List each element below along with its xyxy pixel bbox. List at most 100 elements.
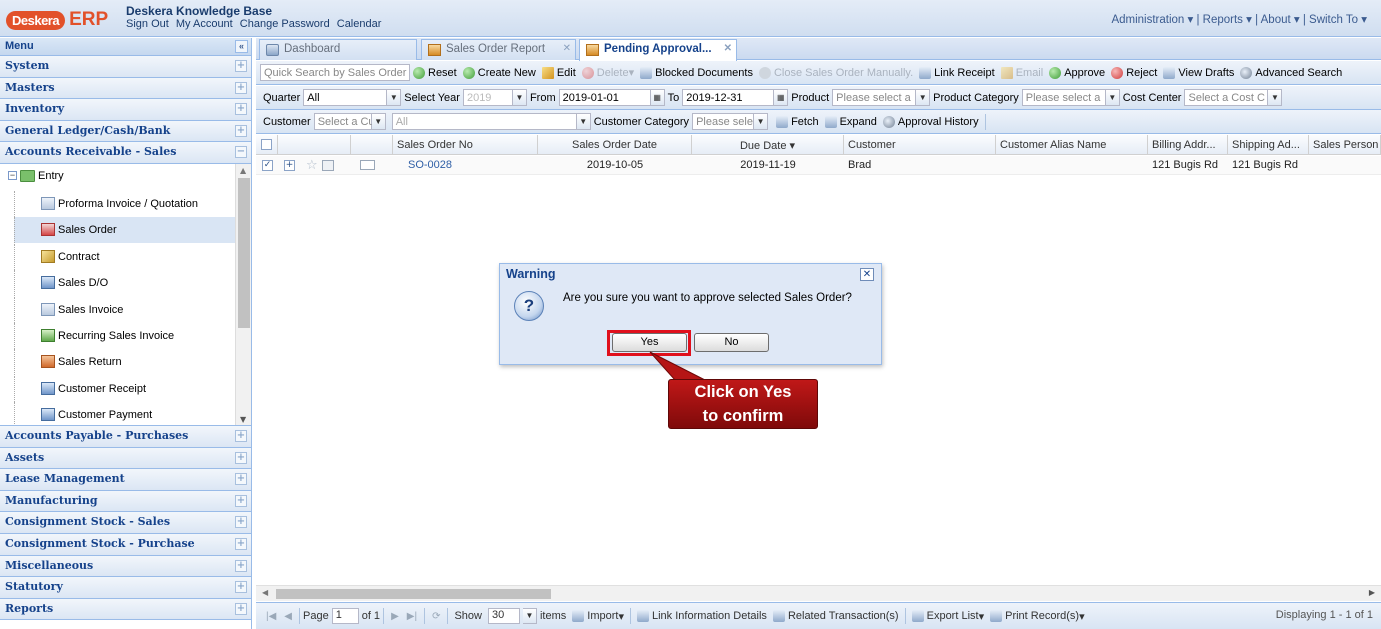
chevron-down-icon[interactable]: ▼	[512, 89, 527, 106]
product-category-select[interactable]: Please select a	[1021, 89, 1106, 106]
tree-item-sales-order[interactable]: Sales Order	[14, 216, 236, 243]
related-transactions-button[interactable]: Related Transaction(s)	[772, 610, 899, 622]
chevron-down-icon[interactable]: ▼	[1268, 89, 1283, 106]
cell-sales-order-no[interactable]: SO-0028	[404, 156, 534, 175]
advanced-search-button[interactable]: Advanced Search	[1240, 66, 1342, 79]
menu-section-inventory[interactable]: Inventory +	[0, 99, 251, 121]
column-sales-order-no[interactable]: Sales Order No	[393, 135, 538, 155]
menu-section-consignment-sales[interactable]: Consignment Stock - Sales +	[0, 512, 251, 534]
page-size-select[interactable]: 30	[487, 608, 520, 624]
tab-sales-order-report[interactable]: Sales Order Report ✕	[421, 39, 576, 60]
tree-item-sales-invoice[interactable]: Sales Invoice	[14, 296, 236, 323]
expand-icon[interactable]: +	[235, 516, 247, 529]
deskera-erp-logo[interactable]: Deskera ERP	[6, 9, 108, 31]
tree-item-recurring-sales-invoice[interactable]: Recurring Sales Invoice	[14, 322, 236, 349]
column-sales-order-date[interactable]: Sales Order Date	[538, 135, 692, 155]
export-list-button[interactable]: Export List ▾	[911, 610, 984, 623]
expand-icon[interactable]: +	[235, 494, 247, 507]
tree-item-contract[interactable]: Contract	[14, 243, 236, 270]
reset-button[interactable]: Reset	[413, 66, 457, 79]
expand-icon[interactable]: +	[235, 537, 247, 550]
tree-node-entry[interactable]: − Entry	[8, 169, 64, 182]
link-receipt-button[interactable]: Link Receipt	[919, 66, 995, 79]
reject-button[interactable]: Reject	[1111, 66, 1157, 79]
column-customer-alias[interactable]: Customer Alias Name	[996, 135, 1148, 155]
tab-dashboard[interactable]: Dashboard	[259, 39, 417, 60]
email-icon[interactable]	[360, 160, 375, 170]
chevron-down-icon[interactable]: ▼	[371, 113, 386, 130]
grid-horizontal-scrollbar[interactable]: ◀ ▶	[256, 585, 1381, 601]
close-icon[interactable]: ✕	[563, 43, 571, 54]
tree-item-sales-return[interactable]: Sales Return	[14, 348, 236, 375]
scroll-right-icon[interactable]: ▶	[1369, 588, 1375, 597]
expand-icon[interactable]: +	[235, 429, 247, 442]
chevron-down-icon[interactable]: ▼	[522, 608, 537, 624]
menu-section-manufacturing[interactable]: Manufacturing +	[0, 490, 251, 513]
menu-section-miscellaneous[interactable]: Miscellaneous +	[0, 555, 251, 578]
first-page-icon[interactable]: |◀	[266, 611, 276, 622]
page-number-input[interactable]: 1	[331, 608, 359, 624]
no-button[interactable]: No	[694, 333, 769, 352]
top-menu-links[interactable]: Administration ▾ | Reports ▾ | About ▾ |…	[1111, 14, 1367, 26]
edit-button[interactable]: Edit	[541, 66, 576, 79]
tree-item-proforma-invoice[interactable]: Proforma Invoice / Quotation	[14, 190, 236, 217]
menu-section-reports[interactable]: Reports +	[0, 598, 251, 621]
chevron-down-icon[interactable]: ▼	[1105, 89, 1120, 106]
close-sales-order-button[interactable]: Close Sales Order Manually.	[758, 66, 913, 79]
calendar-icon[interactable]: ▦	[650, 89, 665, 106]
menu-section-general-ledger[interactable]: General Ledger/Cash/Bank +	[0, 120, 251, 143]
row-checkbox[interactable]: ✓	[262, 160, 273, 171]
my-account-link[interactable]: My Account	[176, 18, 233, 30]
menu-section-system[interactable]: System +	[0, 56, 251, 78]
select-all-column[interactable]	[256, 135, 278, 155]
to-date-input[interactable]: 2019-12-31	[682, 89, 775, 106]
menu-section-accounts-payable[interactable]: Accounts Payable - Purchases +	[0, 425, 251, 448]
menu-section-assets[interactable]: Assets +	[0, 447, 251, 470]
tab-pending-approval[interactable]: Pending Approval... ✕	[579, 39, 737, 61]
tree-item-sales-do[interactable]: Sales D/O	[14, 269, 236, 296]
sign-out-link[interactable]: Sign Out	[126, 18, 169, 30]
expand-icon[interactable]: +	[235, 60, 247, 72]
expand-icon[interactable]: +	[235, 473, 247, 486]
collapse-icon[interactable]: −	[235, 146, 247, 159]
calendar-icon[interactable]: ▦	[774, 89, 789, 106]
tree-collapse-icon[interactable]: −	[8, 171, 17, 181]
import-button[interactable]: Import ▾	[572, 610, 624, 623]
chevron-down-icon[interactable]: ▼	[576, 113, 591, 130]
expand-icon[interactable]: +	[235, 559, 247, 572]
column-billing-address[interactable]: Billing Addr...	[1148, 135, 1228, 155]
delete-button[interactable]: Delete ▾	[581, 66, 634, 79]
fetch-button[interactable]: Fetch	[776, 115, 819, 128]
quick-search-input[interactable]: Quick Search by Sales Order	[260, 64, 410, 81]
customer-category-select[interactable]: Please sele	[692, 113, 755, 130]
close-icon[interactable]: ✕	[860, 268, 874, 281]
column-sales-person[interactable]: Sales Person	[1309, 135, 1381, 155]
row-expand-icon[interactable]: +	[284, 160, 295, 171]
column-shipping-address[interactable]: Shipping Ad...	[1228, 135, 1309, 155]
expand-icon[interactable]: +	[235, 581, 247, 594]
menu-section-statutory[interactable]: Statutory +	[0, 577, 251, 599]
collapse-menu-button[interactable]: «	[235, 40, 248, 53]
last-page-icon[interactable]: ▶|	[407, 611, 417, 622]
year-select[interactable]: 2019	[462, 89, 513, 106]
chevron-down-icon[interactable]: ▼	[916, 89, 931, 106]
expand-icon[interactable]: +	[235, 124, 247, 137]
approve-button[interactable]: Approve	[1049, 66, 1105, 79]
scroll-up-icon[interactable]: ▲	[240, 166, 246, 175]
tree-scrollbar[interactable]: ▲ ▼	[235, 163, 251, 425]
tree-item-customer-payment[interactable]: Customer Payment	[14, 401, 236, 425]
refresh-icon[interactable]: ⟳	[432, 611, 440, 622]
scrollbar-thumb[interactable]	[276, 589, 551, 599]
column-customer[interactable]: Customer	[844, 135, 996, 155]
star-icon[interactable]: ☆	[306, 158, 318, 173]
menu-section-accounts-receivable[interactable]: Accounts Receivable - Sales −	[0, 142, 251, 164]
quarter-select[interactable]: All	[303, 89, 388, 106]
expand-icon[interactable]: +	[235, 103, 247, 116]
tree-item-customer-receipt[interactable]: Customer Receipt	[14, 375, 236, 402]
close-icon[interactable]: ✕	[724, 43, 732, 54]
scroll-down-icon[interactable]: ▼	[240, 415, 246, 424]
expand-icon[interactable]: +	[235, 451, 247, 464]
table-row[interactable]: ✓ + ☆ SO-0028 2019-10-05 2019-11-19 Brad…	[256, 156, 1381, 175]
cost-center-select[interactable]: Select a Cost C	[1184, 89, 1269, 106]
expand-icon[interactable]: +	[235, 81, 247, 94]
